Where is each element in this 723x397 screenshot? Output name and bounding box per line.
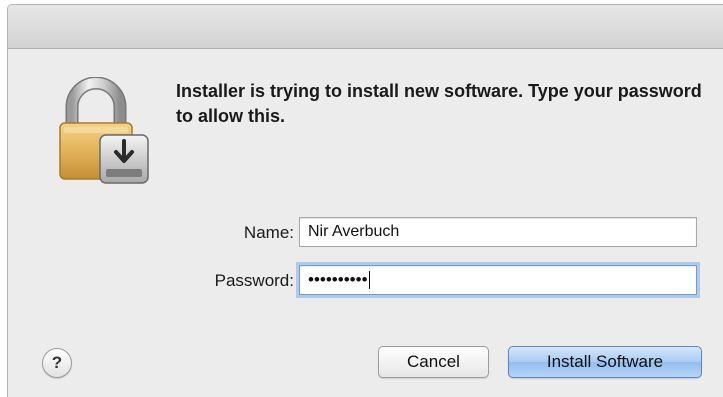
padlock-installer-icon	[58, 76, 152, 185]
name-field-value: Nir Averbuch	[308, 223, 400, 240]
name-field[interactable]: Nir Averbuch	[299, 217, 697, 247]
password-field[interactable]: ••••••••••	[299, 265, 697, 295]
desktop-background: Installer is trying to install new softw…	[0, 0, 723, 397]
install-software-button[interactable]: Install Software	[508, 346, 702, 378]
dialog-message: Installer is trying to install new softw…	[176, 81, 702, 126]
installer-auth-dialog: Installer is trying to install new softw…	[7, 4, 723, 397]
help-button[interactable]: ?	[42, 348, 72, 378]
cancel-button[interactable]: Cancel	[378, 346, 489, 378]
text-caret	[368, 271, 370, 289]
password-label: Password:	[214, 271, 294, 290]
dialog-titlebar	[8, 5, 723, 49]
password-field-value: ••••••••••	[308, 270, 368, 289]
name-label: Name:	[243, 223, 294, 242]
